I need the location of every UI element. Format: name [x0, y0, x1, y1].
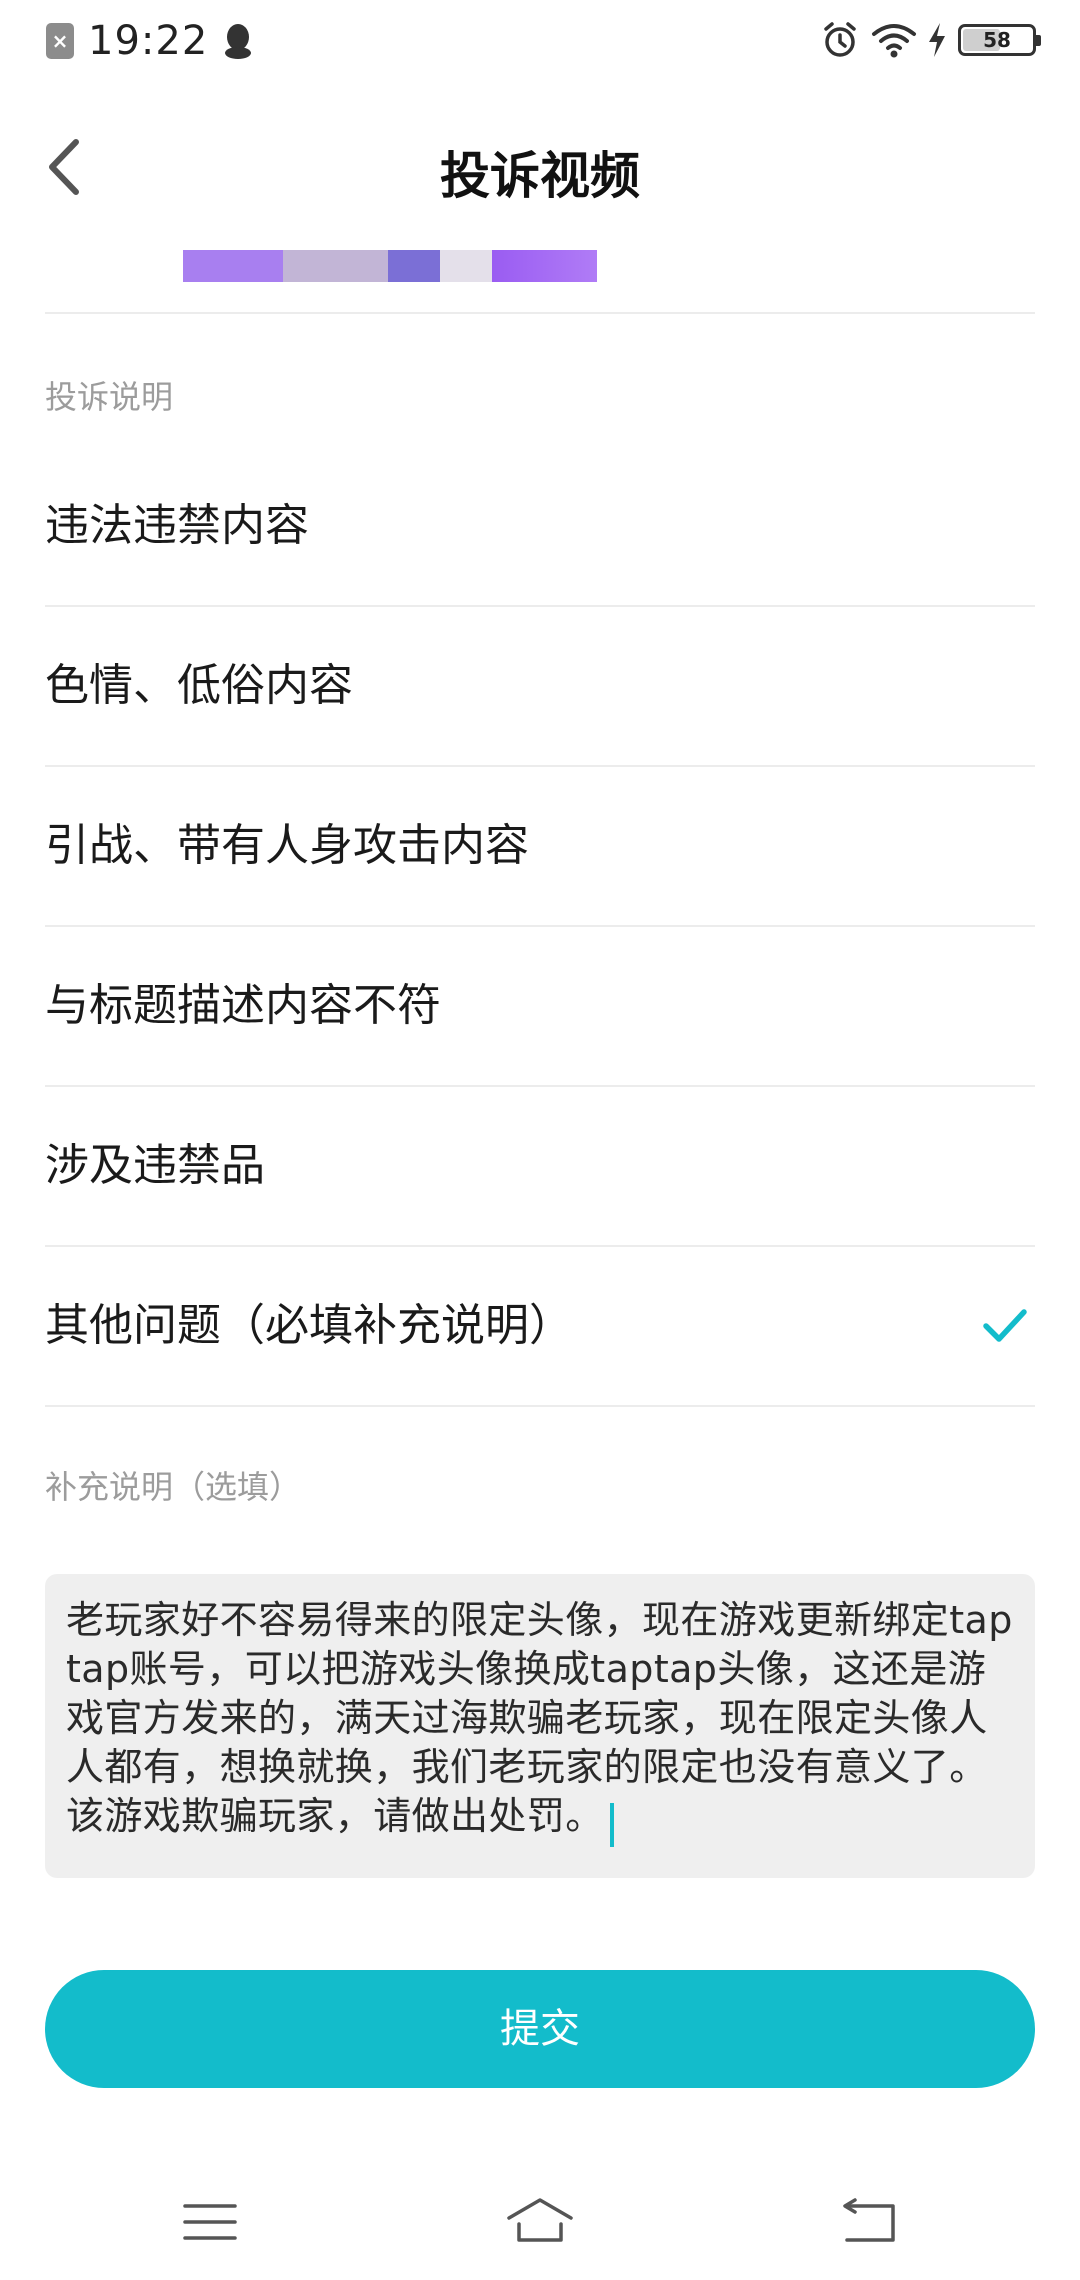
- battery-icon: 58: [958, 24, 1041, 56]
- system-nav-bar: [0, 2170, 1080, 2280]
- thumbnail-segment: [388, 250, 440, 282]
- text-cursor: [609, 1802, 614, 1847]
- thumbnail-segment: [440, 250, 492, 282]
- battery-tip: [1036, 35, 1041, 46]
- thumbnail-segment: [283, 250, 388, 282]
- section-label-complaint: 投诉说明: [45, 378, 174, 416]
- option-label: 色情、低俗内容: [45, 660, 353, 711]
- menu-icon[interactable]: [175, 2192, 245, 2252]
- battery-level-text: 58: [983, 28, 1011, 52]
- back-icon[interactable]: [833, 2192, 903, 2252]
- home-icon[interactable]: [505, 2192, 575, 2252]
- option-prohibited-items[interactable]: 涉及违禁品: [0, 1086, 1080, 1246]
- notification-icon: ×: [46, 23, 74, 59]
- option-illegal-content[interactable]: 违法违禁内容: [0, 446, 1080, 606]
- thumbnail-segment: [492, 250, 597, 282]
- video-thumbnail: [183, 250, 597, 282]
- thumbnail-segment: [183, 250, 283, 282]
- option-label: 涉及违禁品: [45, 1140, 265, 1191]
- nav-header: 投诉视频: [0, 110, 1080, 230]
- option-personal-attack[interactable]: 引战、带有人身攻击内容: [0, 766, 1080, 926]
- check-icon: [983, 1309, 1027, 1342]
- submit-button[interactable]: 提交: [45, 1970, 1035, 2088]
- supplement-textarea[interactable]: 老玩家好不容易得来的限定头像，现在游戏更新绑定taptap账号，可以把游戏头像换…: [45, 1574, 1035, 1878]
- divider: [45, 312, 1035, 314]
- page-title: 投诉视频: [440, 147, 640, 205]
- option-pornographic-content[interactable]: 色情、低俗内容: [0, 606, 1080, 766]
- status-left: × 19:22: [46, 18, 254, 64]
- status-bar: × 19:22 58: [0, 0, 1080, 86]
- charging-icon: [929, 23, 945, 57]
- option-label: 引战、带有人身攻击内容: [45, 820, 529, 871]
- option-label: 违法违禁内容: [45, 500, 309, 551]
- option-misleading-title[interactable]: 与标题描述内容不符: [0, 926, 1080, 1086]
- option-label: 与标题描述内容不符: [45, 980, 441, 1031]
- option-other-issue[interactable]: 其他问题（必填补充说明）: [0, 1246, 1080, 1406]
- section-label-supplement: 补充说明（选填）: [45, 1468, 302, 1506]
- supplement-text: 老玩家好不容易得来的限定头像，现在游戏更新绑定taptap账号，可以把游戏头像换…: [66, 1598, 1013, 1838]
- status-right: 58: [820, 20, 1041, 60]
- divider: [45, 1405, 1035, 1407]
- wifi-icon: [872, 24, 916, 58]
- option-label: 其他问题（必填补充说明）: [45, 1300, 573, 1351]
- qq-icon: [225, 24, 252, 59]
- status-time: 19:22: [88, 18, 209, 64]
- alarm-icon: [824, 22, 856, 57]
